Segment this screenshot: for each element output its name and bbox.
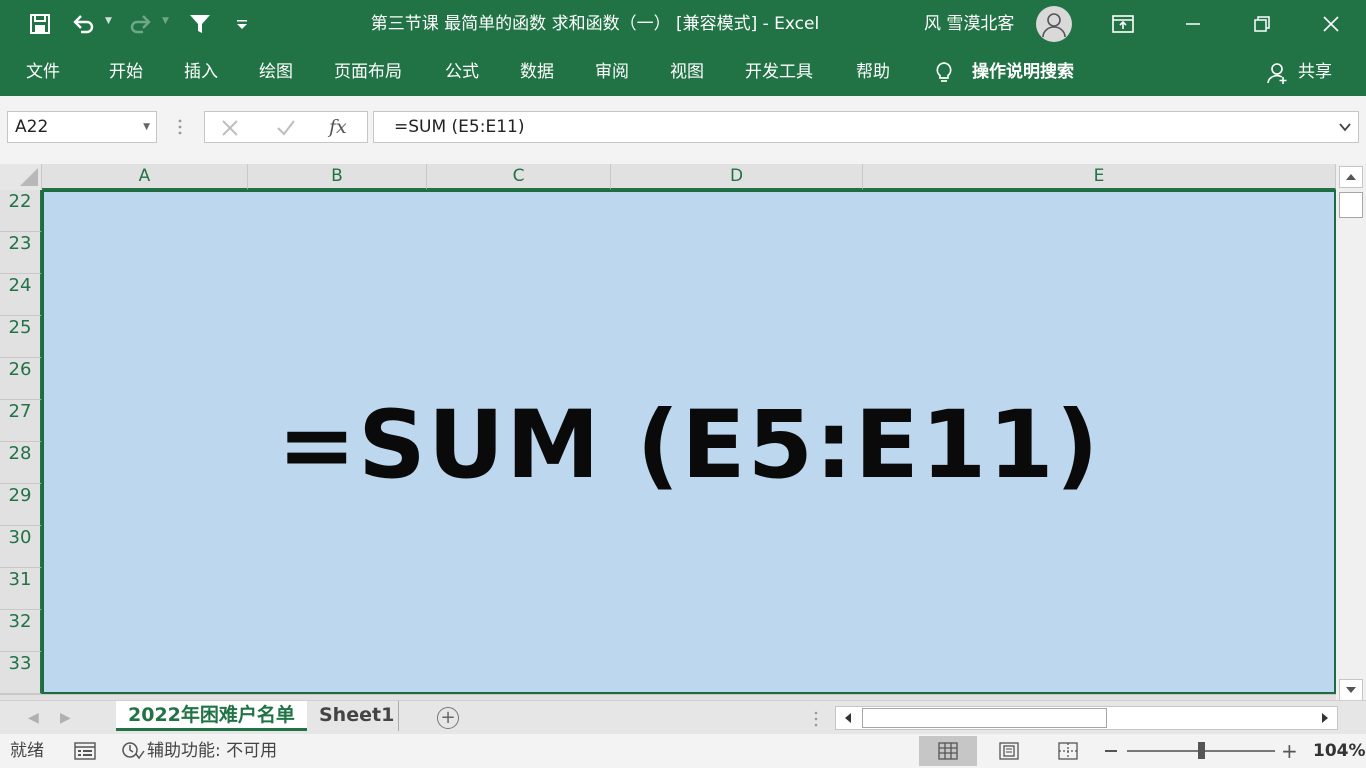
scroll-right-icon[interactable] xyxy=(1313,707,1337,729)
row-header[interactable]: 32 xyxy=(0,610,42,652)
page-break-preview-icon[interactable] xyxy=(1039,736,1097,766)
row-header[interactable]: 25 xyxy=(0,316,42,358)
ribbon-tabs: 文件 开始 插入 绘图 页面布局 公式 数据 审阅 视图 开发工具 帮助 操作说… xyxy=(0,48,1366,96)
add-sheet-icon[interactable]: + xyxy=(437,707,459,729)
tab-formulas[interactable]: 公式 xyxy=(445,48,479,96)
tab-page-layout[interactable]: 页面布局 xyxy=(334,48,402,96)
undo-icon[interactable] xyxy=(68,8,100,40)
tab-data[interactable]: 数据 xyxy=(520,48,554,96)
accessibility-status[interactable]: 辅助功能: 不可用 xyxy=(147,734,277,768)
user-name[interactable]: 风 雪漠北客 xyxy=(924,0,1014,48)
vertical-scrollbar[interactable] xyxy=(1336,164,1366,704)
scroll-up-icon[interactable] xyxy=(1339,166,1363,188)
ribbon-display-options-icon[interactable] xyxy=(1100,0,1146,48)
tab-view[interactable]: 视图 xyxy=(670,48,704,96)
column-header-c[interactable]: C xyxy=(427,164,611,190)
tell-me-search[interactable]: 操作说明搜索 xyxy=(972,48,1074,96)
formula-bar-area: A22 ▼ fx =SUM (E5:E11) xyxy=(0,96,1366,164)
name-box-value: A22 xyxy=(15,117,49,137)
title-bar: ▼ ▼ 第三节课 最简单的函数 求和函数（一） [兼容模式] - Excel 风… xyxy=(0,0,1366,48)
minimize-icon[interactable] xyxy=(1170,0,1216,48)
formula-input[interactable]: =SUM (E5:E11) xyxy=(373,111,1359,143)
zoom-slider-thumb[interactable] xyxy=(1198,742,1205,759)
row-header[interactable]: 33 xyxy=(0,652,42,694)
share-person-icon[interactable] xyxy=(1267,61,1289,89)
formula-text: =SUM (E5:E11) xyxy=(394,117,525,137)
customize-qat-icon[interactable] xyxy=(226,8,258,40)
row-header[interactable]: 23 xyxy=(0,232,42,274)
tab-developer[interactable]: 开发工具 xyxy=(745,48,813,96)
filter-icon[interactable] xyxy=(184,8,216,40)
scroll-down-icon[interactable] xyxy=(1339,679,1363,701)
tab-insert[interactable]: 插入 xyxy=(184,48,218,96)
tab-review[interactable]: 审阅 xyxy=(595,48,629,96)
column-header-a[interactable]: A xyxy=(42,164,248,190)
formula-buttons: fx xyxy=(204,111,368,143)
tab-split-handle-icon[interactable] xyxy=(813,711,819,731)
row-header[interactable]: 26 xyxy=(0,358,42,400)
redo-icon xyxy=(124,8,156,40)
sheet-prev-icon[interactable]: ◀ xyxy=(28,701,39,735)
sheet-next-icon[interactable]: ▶ xyxy=(60,701,71,735)
insert-function-icon[interactable]: fx xyxy=(329,112,347,142)
row-header[interactable]: 30 xyxy=(0,526,42,568)
select-all-corner[interactable] xyxy=(0,164,42,189)
tab-file[interactable]: 文件 xyxy=(26,48,60,96)
scroll-left-icon[interactable] xyxy=(836,707,860,729)
close-icon[interactable] xyxy=(1308,0,1354,48)
row-header[interactable]: 31 xyxy=(0,568,42,610)
merged-cell-text: =SUM (E5:E11) xyxy=(277,390,1101,500)
cancel-icon[interactable] xyxy=(221,119,239,141)
zoom-in-icon[interactable]: + xyxy=(1281,734,1298,768)
column-header-e[interactable]: E xyxy=(863,164,1336,190)
avatar[interactable] xyxy=(1036,6,1072,42)
enter-check-icon[interactable] xyxy=(276,119,296,141)
tab-home[interactable]: 开始 xyxy=(109,48,143,96)
zoom-percentage[interactable]: 104% xyxy=(1313,734,1366,768)
row-header[interactable]: 27 xyxy=(0,400,42,442)
lightbulb-icon[interactable] xyxy=(934,61,954,89)
undo-dropdown-icon[interactable]: ▼ xyxy=(105,16,112,26)
save-icon[interactable] xyxy=(24,8,56,40)
row-header[interactable]: 24 xyxy=(0,274,42,316)
tab-help[interactable]: 帮助 xyxy=(856,48,890,96)
sheet-tab-2022[interactable]: 2022年困难户名单 xyxy=(116,701,307,731)
accessibility-icon[interactable] xyxy=(121,741,145,766)
merged-cell-selection[interactable]: =SUM (E5:E11) xyxy=(42,190,1336,694)
page-layout-view-icon[interactable] xyxy=(980,736,1038,766)
splitter-handle-icon[interactable] xyxy=(177,118,183,140)
sheet-tab-bar: ◀ ▶ 2022年困难户名单 Sheet1 + xyxy=(0,700,1366,735)
tab-draw[interactable]: 绘图 xyxy=(259,48,293,96)
row-header[interactable]: 22 xyxy=(0,190,42,232)
vertical-scroll-thumb[interactable] xyxy=(1339,192,1363,218)
share-button[interactable]: 共享 xyxy=(1298,48,1332,96)
name-box-dropdown-icon[interactable]: ▼ xyxy=(143,112,150,142)
expand-formula-bar-icon[interactable] xyxy=(1338,119,1352,138)
zoom-out-icon[interactable] xyxy=(1105,750,1117,752)
normal-view-icon[interactable] xyxy=(919,736,977,766)
row-header[interactable]: 28 xyxy=(0,442,42,484)
column-header-d[interactable]: D xyxy=(611,164,863,190)
horizontal-scrollbar[interactable] xyxy=(835,706,1338,730)
horizontal-scroll-thumb[interactable] xyxy=(862,708,1107,728)
ready-status: 就绪 xyxy=(10,741,44,761)
status-bar: 就绪 辅助功能: 不可用 + 104% xyxy=(0,734,1366,768)
window-title: 第三节课 最简单的函数 求和函数（一） [兼容模式] - Excel xyxy=(370,14,820,34)
redo-dropdown-icon: ▼ xyxy=(162,16,169,26)
sheet-tab-sheet1[interactable]: Sheet1 xyxy=(307,701,399,731)
macro-record-icon[interactable] xyxy=(74,742,96,765)
name-box[interactable]: A22 ▼ xyxy=(7,111,157,143)
column-header-b[interactable]: B xyxy=(248,164,427,190)
restore-icon[interactable] xyxy=(1239,0,1285,48)
row-header[interactable]: 29 xyxy=(0,484,42,526)
